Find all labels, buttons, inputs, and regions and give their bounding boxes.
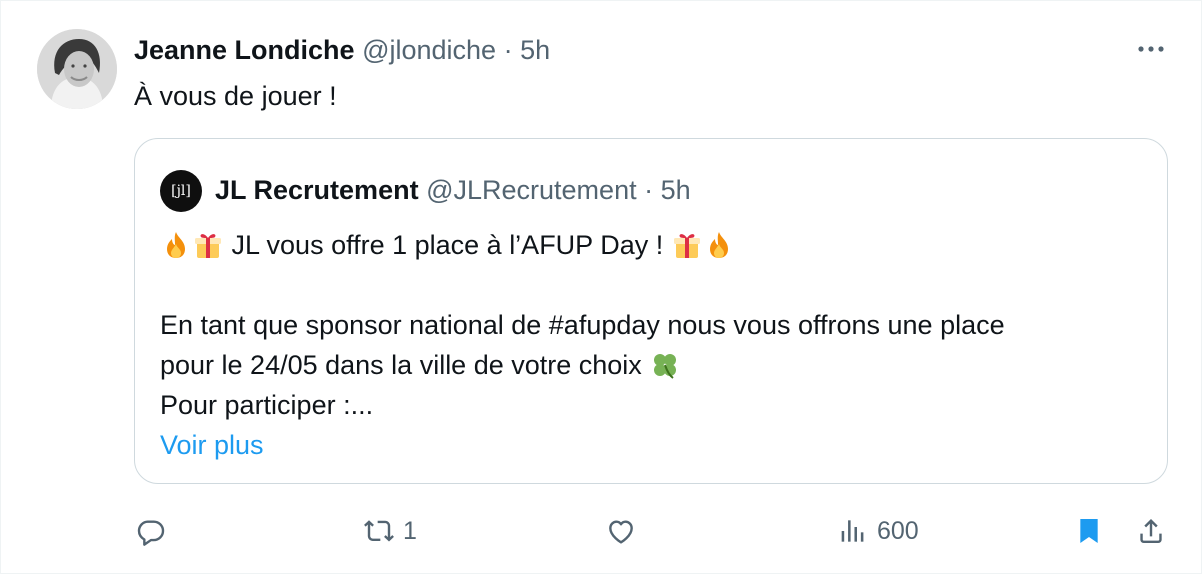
more-horizontal-icon (1138, 46, 1164, 52)
quoted-text-line-3: Pour participer :... (160, 390, 374, 420)
author-handle[interactable]: @jlondiche (362, 35, 496, 65)
views-icon (841, 520, 864, 542)
author-avatar[interactable] (37, 29, 117, 109)
author-name[interactable]: Jeanne Londiche (134, 35, 355, 65)
gift-emoji (192, 229, 224, 261)
quoted-headline-line: JL vous offre 1 place à l’AFUP Day ! (160, 225, 1005, 265)
quoted-tweet[interactable]: [jl] JL Recrutement @JLRecrutement · 5h … (134, 138, 1168, 484)
like-button[interactable] (605, 509, 645, 553)
tweet-text: À vous de jouer ! (134, 81, 337, 111)
tweet-header: Jeanne Londiche @jlondiche · 5h (134, 33, 550, 67)
quoted-author-handle[interactable]: @JLRecrutement (426, 175, 637, 205)
reply-button[interactable] (135, 509, 175, 553)
tweet-actions: 1 600 (1, 509, 1204, 553)
clover-emoji (649, 349, 681, 381)
quoted-author-avatar[interactable]: [jl] (160, 170, 202, 212)
more-options-button[interactable] (1131, 37, 1171, 61)
quoted-avatar-logo: [jl] (171, 183, 191, 199)
fire-emoji (703, 229, 735, 261)
retweet-count: 1 (403, 516, 417, 545)
bookmark-button[interactable] (1073, 509, 1105, 553)
share-icon (1140, 519, 1162, 543)
avatar-photo (37, 29, 117, 109)
header-separator: · (503, 35, 513, 65)
share-button[interactable] (1135, 509, 1167, 553)
quoted-text-line-1: En tant que sponsor national de #afupday… (160, 310, 1005, 340)
tweet-card[interactable]: Jeanne Londiche @jlondiche · 5h À vous d… (0, 0, 1202, 574)
heart-icon (609, 520, 633, 544)
quoted-tweet-header: JL Recrutement @JLRecrutement · 5h (215, 173, 691, 207)
quoted-header-separator: · (644, 175, 654, 205)
reply-icon (137, 520, 165, 546)
views-button[interactable]: 600 (837, 509, 919, 553)
retweet-button[interactable]: 1 (363, 509, 417, 553)
gift-emoji (671, 229, 703, 261)
quoted-text-line-2-text: pour le 24/05 dans la ville de votre cho… (160, 350, 642, 380)
retweet-icon (364, 520, 394, 542)
quoted-tweet-body: JL vous offre 1 place à l’AFUP Day ! En … (160, 225, 1005, 465)
voir-plus-link[interactable]: Voir plus (160, 425, 264, 465)
quoted-headline: JL vous offre 1 place à l’AFUP Day ! (231, 230, 664, 260)
bookmark-icon (1080, 519, 1098, 543)
quoted-tweet-time[interactable]: 5h (661, 175, 691, 205)
quoted-text-line-2: pour le 24/05 dans la ville de votre cho… (160, 345, 1005, 385)
quoted-author-name[interactable]: JL Recrutement (215, 175, 419, 205)
tweet-time[interactable]: 5h (520, 35, 550, 65)
views-count: 600 (877, 516, 919, 545)
fire-emoji (160, 229, 192, 261)
